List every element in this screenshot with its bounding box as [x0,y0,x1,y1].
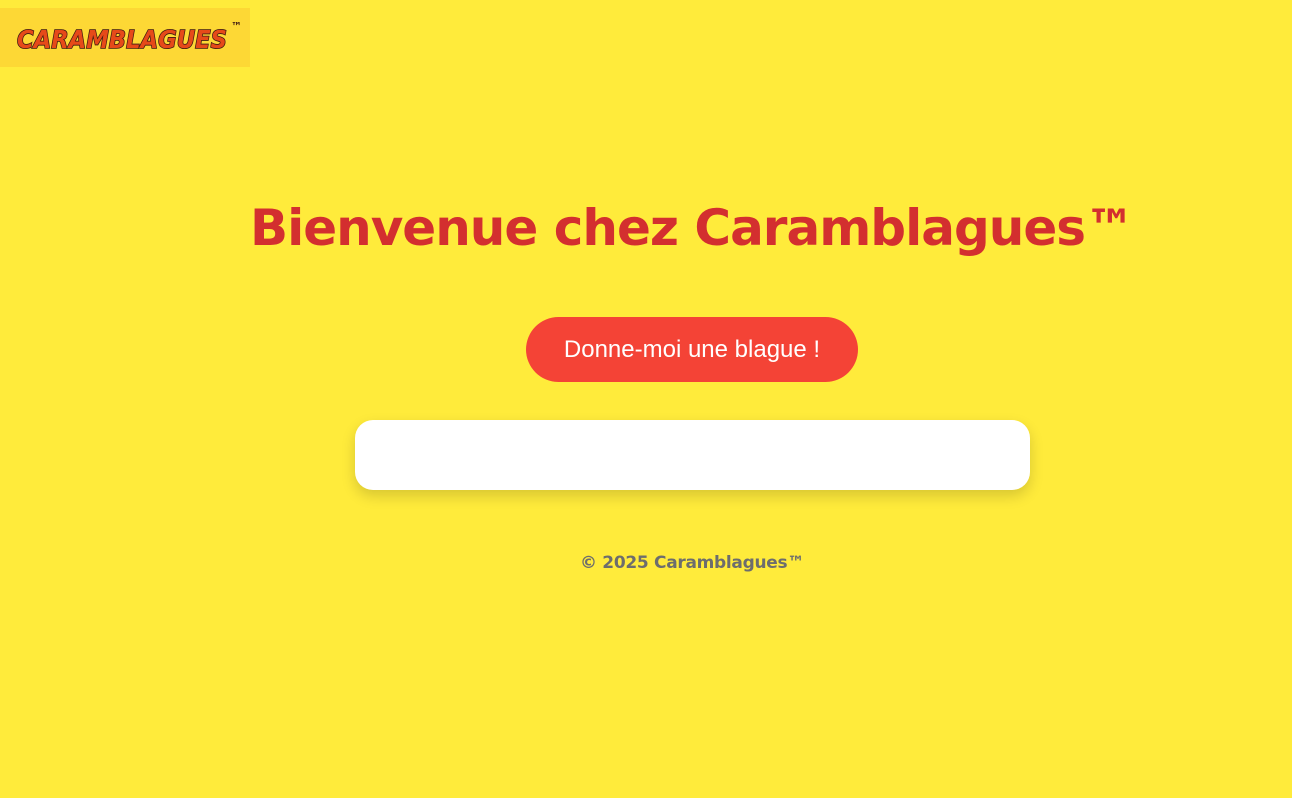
logo-text: CARAMBLAGUES [17,25,227,54]
get-joke-button[interactable]: Donne-moi une blague ! [526,317,858,382]
page-title: Bienvenue chez Caramblagues™ [249,199,1135,257]
footer-copyright: © 2025 Caramblagues™ [579,553,805,573]
joke-display-card [355,420,1030,490]
site-logo[interactable]: CARAMBLAGUES ™ [0,8,250,67]
logo-wordmark: CARAMBLAGUES ™ [16,20,242,55]
logo-trademark: ™ [231,20,242,33]
